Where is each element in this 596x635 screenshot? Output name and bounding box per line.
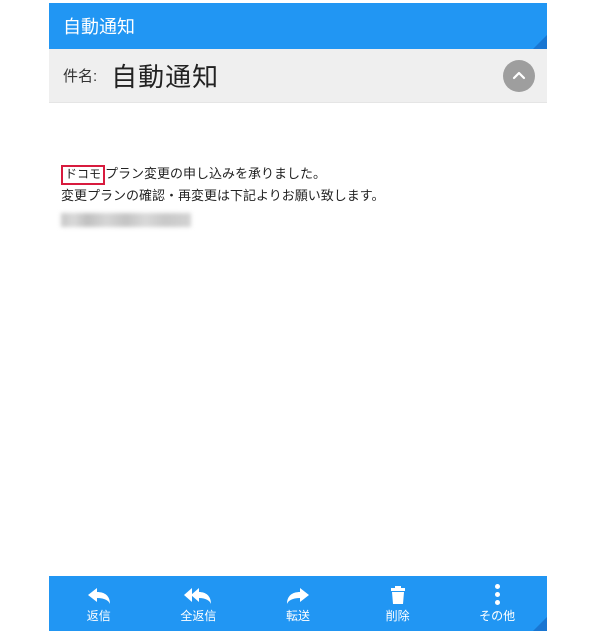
- reply-button[interactable]: 返信: [49, 576, 149, 631]
- highlighted-keyword: ドコモ: [61, 165, 105, 185]
- collapse-button[interactable]: [503, 60, 535, 92]
- more-vertical-icon: [495, 584, 500, 606]
- delete-label: 削除: [386, 607, 410, 624]
- title-dropdown-indicator[interactable]: [533, 35, 547, 49]
- more-label: その他: [479, 607, 515, 624]
- forward-label: 転送: [286, 607, 310, 624]
- body-line-2: 変更プランの確認・再変更は下記よりお願い致します。: [61, 188, 384, 203]
- reply-label: 返信: [87, 607, 111, 624]
- subject-bar: 件名: 自動通知: [49, 49, 547, 103]
- title-bar: 自動通知: [49, 3, 547, 49]
- mail-viewer: 自動通知 件名: 自動通知 ドコモプラン変更の申し込みを承りました。 変更プラン…: [48, 2, 548, 632]
- redacted-text: [61, 213, 191, 227]
- title-text: 自動通知: [63, 13, 135, 39]
- bottom-toolbar: 返信 全返信 転送 削除: [49, 576, 547, 631]
- subject-label: 件名:: [63, 65, 97, 86]
- trash-icon: [387, 584, 409, 606]
- reply-all-button[interactable]: 全返信: [149, 576, 249, 631]
- forward-icon: [284, 584, 312, 606]
- reply-icon: [85, 584, 113, 606]
- reply-all-icon: [182, 584, 214, 606]
- toolbar-dropdown-indicator[interactable]: [533, 617, 547, 631]
- chevron-up-icon: [511, 68, 527, 84]
- body-line-1: プラン変更の申し込みを承りました。: [105, 166, 326, 181]
- delete-button[interactable]: 削除: [348, 576, 448, 631]
- reply-all-label: 全返信: [180, 607, 216, 624]
- message-body: ドコモプラン変更の申し込みを承りました。 変更プランの確認・再変更は下記よりお願…: [49, 103, 547, 576]
- subject-value: 自動通知: [111, 57, 489, 94]
- forward-button[interactable]: 転送: [248, 576, 348, 631]
